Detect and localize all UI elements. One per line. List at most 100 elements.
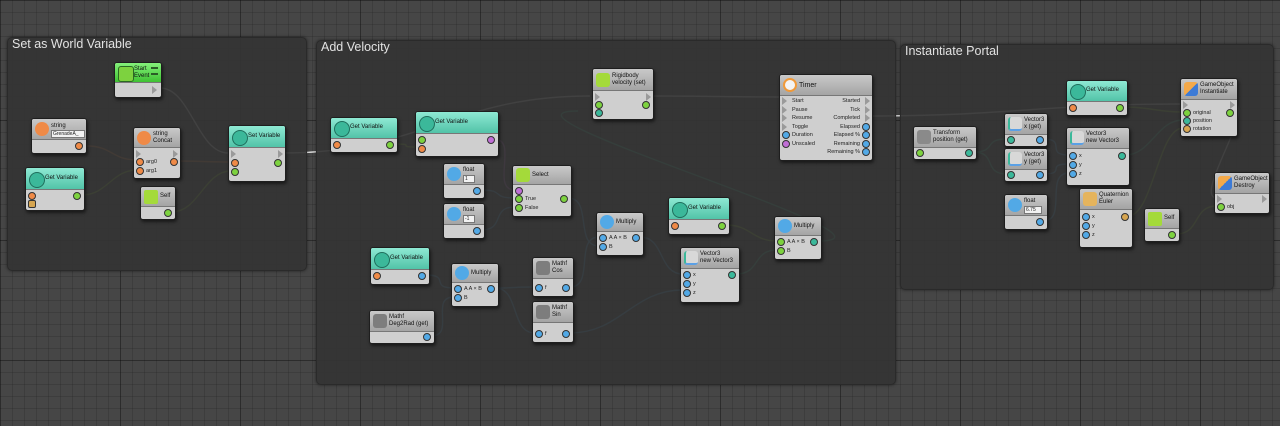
timer-start-control-port[interactable] (782, 97, 787, 105)
quaternion-euler-node[interactable]: Quaternion Euler x y z (1079, 188, 1133, 248)
value-output-port[interactable] (718, 222, 726, 230)
vector-input-port[interactable] (1007, 136, 1015, 144)
vector3-new-node[interactable]: Vector3 new Vector3 x y z (680, 247, 740, 303)
result-output-port[interactable] (487, 285, 495, 293)
original-input-port[interactable] (1183, 109, 1191, 117)
float-literal-node[interactable]: float -1 (443, 203, 485, 239)
float-literal-node[interactable]: float 6.75 (1004, 194, 1048, 230)
object-input-port[interactable] (418, 136, 426, 144)
timer-output-value-port[interactable] (862, 122, 870, 131)
name-input-port[interactable] (231, 159, 239, 167)
instance-output-port[interactable] (1226, 109, 1234, 117)
control-output-port[interactable] (278, 150, 283, 158)
value-output-port[interactable] (274, 159, 282, 167)
get-variable-node[interactable]: Get Variable (370, 247, 430, 285)
arg0-input-port[interactable] (136, 158, 144, 166)
timer-node[interactable]: Timer Start Pause Resume Toggle Duration Unsc… (779, 74, 873, 161)
vector-input-port[interactable] (1007, 171, 1015, 179)
value-output-port[interactable] (487, 136, 495, 144)
timer-output-value-port[interactable] (862, 148, 870, 156)
x-output-port[interactable] (1036, 136, 1044, 144)
value-output-port[interactable] (1116, 104, 1124, 112)
timer-output-value-port[interactable] (862, 139, 870, 148)
float-value-field[interactable]: 6.75 (1024, 206, 1042, 214)
control-input-port[interactable] (1183, 101, 1188, 109)
object-input-port[interactable] (28, 200, 36, 208)
timer-pause-control-port[interactable] (782, 105, 787, 114)
multiply-node[interactable]: Multiply A A × B B (451, 263, 499, 307)
arg1-input-port[interactable] (136, 167, 144, 175)
float-output-port[interactable] (473, 227, 481, 235)
false-input-port[interactable] (515, 204, 523, 212)
value-output-port[interactable] (418, 272, 426, 280)
target-output-port[interactable] (642, 101, 650, 109)
self-node[interactable]: Self (1144, 208, 1180, 242)
float-literal-node[interactable]: float 1 (443, 163, 485, 199)
value-output-port[interactable] (386, 141, 394, 149)
timer-output-control-port[interactable] (865, 114, 870, 122)
obj-input-port[interactable] (1217, 203, 1225, 211)
result-output-port[interactable] (562, 330, 570, 338)
result-output-port[interactable] (560, 195, 568, 203)
position-input-port[interactable] (1183, 117, 1191, 125)
string-output-port[interactable] (75, 142, 83, 150)
string-literal-node[interactable]: string GrenadeA_ (31, 118, 87, 154)
z-input-port[interactable] (683, 289, 691, 297)
z-input-port[interactable] (1069, 170, 1077, 178)
value-input-port[interactable] (231, 168, 239, 176)
mathf-deg2rad-node[interactable]: Mathf Deg2Rad (get) (369, 310, 435, 344)
name-input-port[interactable] (28, 192, 36, 200)
target-input-port[interactable] (595, 101, 603, 109)
result-output-port[interactable] (632, 234, 640, 242)
value-output-port[interactable] (73, 192, 81, 200)
value-input-port[interactable] (595, 109, 603, 117)
result-output-port[interactable] (810, 238, 818, 246)
y-input-port[interactable] (683, 280, 691, 288)
y-input-port[interactable] (1069, 161, 1077, 169)
vector3-y-get-node[interactable]: Vector3 y (get) (1004, 148, 1048, 182)
control-output-port[interactable] (173, 150, 178, 158)
gameobject-instantiate-node[interactable]: GameObject Instantiate original position… (1180, 78, 1238, 137)
set-variable-node[interactable]: Set Variable (228, 125, 286, 182)
y-output-port[interactable] (1036, 171, 1044, 179)
result-output-port[interactable] (170, 158, 178, 166)
position-output-port[interactable] (965, 149, 973, 157)
get-variable-node[interactable]: Get Variable (1066, 80, 1128, 116)
get-variable-node[interactable]: Get Variable (415, 111, 499, 157)
float-value-field[interactable]: 1 (463, 175, 475, 183)
rigidbody-velocity-set-node[interactable]: Rigidbody velocity (set) (592, 68, 654, 120)
b-input-port[interactable] (454, 294, 462, 302)
timer-output-value-port[interactable] (862, 131, 870, 139)
vector3-x-get-node[interactable]: Vector3 x (get) (1004, 113, 1048, 147)
name-input-port[interactable] (1069, 104, 1077, 112)
self-output-port[interactable] (164, 209, 172, 217)
control-input-port[interactable] (136, 150, 141, 158)
rotation-output-port[interactable] (1121, 213, 1129, 221)
string-concat-node[interactable]: string Concat arg0 arg1 (133, 127, 181, 179)
timer-duration-input-port[interactable] (782, 131, 790, 139)
value-output-port[interactable] (423, 333, 431, 341)
control-input-port[interactable] (1217, 195, 1222, 203)
control-output-port[interactable] (1230, 101, 1235, 109)
timer-output-control-port[interactable] (865, 105, 870, 114)
control-input-port[interactable] (231, 150, 236, 158)
vector-output-port[interactable] (728, 271, 736, 279)
b-input-port[interactable] (777, 247, 785, 255)
get-variable-node[interactable]: Get Variable (330, 117, 398, 153)
result-output-port[interactable] (562, 284, 570, 292)
control-output-port[interactable] (646, 93, 651, 101)
name-input-port[interactable] (333, 141, 341, 149)
condition-input-port[interactable] (515, 187, 523, 195)
f-input-port[interactable] (535, 284, 543, 292)
mathf-sin-node[interactable]: Mathf Sin f (532, 301, 574, 343)
transform-position-get-node[interactable]: Transform position (get) (913, 126, 977, 160)
timer-resume-control-port[interactable] (782, 114, 787, 122)
x-input-port[interactable] (683, 271, 691, 279)
string-value-field[interactable]: GrenadeA_ (51, 130, 85, 138)
timer-unscaled-input-port[interactable] (782, 139, 790, 148)
control-input-port[interactable] (595, 93, 600, 101)
float-output-port[interactable] (1036, 218, 1044, 226)
rotation-input-port[interactable] (1183, 125, 1191, 133)
a-input-port[interactable] (454, 285, 462, 293)
select-node[interactable]: Select True False (512, 165, 572, 217)
